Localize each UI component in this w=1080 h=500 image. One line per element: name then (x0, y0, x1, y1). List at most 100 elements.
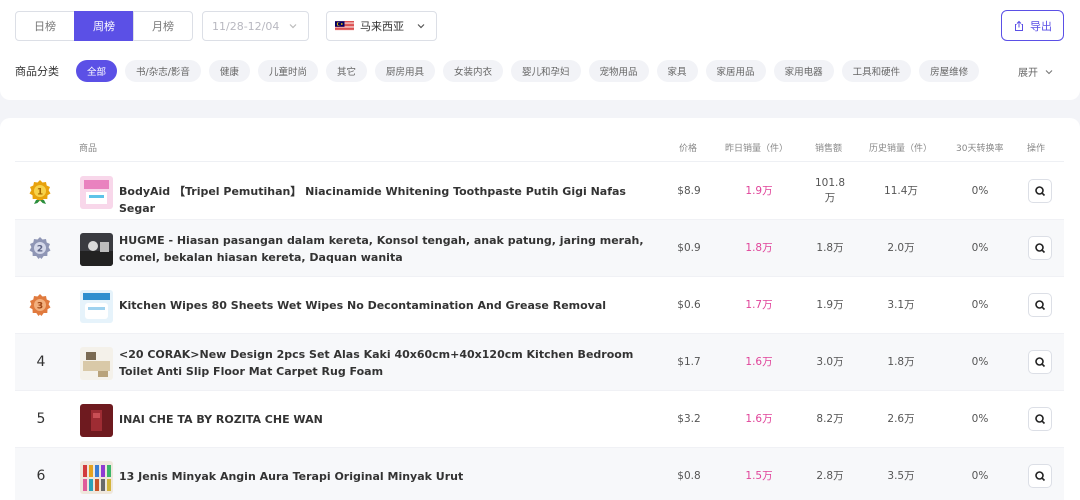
country-value: 马来西亚 (360, 20, 404, 33)
conversion-cell: 0% (971, 413, 989, 425)
conversion-cell: 0% (971, 185, 989, 197)
category-chip-kids-fashion[interactable]: 儿童时尚 (257, 60, 318, 82)
product-title[interactable]: Kitchen Wipes 80 Sheets Wet Wipes No Dec… (119, 297, 664, 314)
export-icon (1015, 20, 1023, 31)
header-conversion: 30天转换率 (956, 144, 1004, 154)
table-row[interactable]: 4 <20 CORAK>New Design 2pcs Set Alas Kak… (15, 334, 1064, 391)
search-button[interactable] (1028, 293, 1052, 317)
price-cell: $1.7 (677, 356, 701, 368)
period-daily-button[interactable]: 日榜 (15, 11, 75, 41)
chevron-down-icon (289, 24, 297, 29)
price-cell: $8.9 (677, 185, 701, 197)
category-chip-health[interactable]: 健康 (208, 60, 250, 82)
search-icon (1035, 414, 1046, 425)
history-sales-cell: 2.0万 (887, 242, 915, 254)
category-chip-books[interactable]: 书/杂志/影音 (125, 60, 201, 82)
header-history-sales: 历史销量（件） (869, 144, 933, 154)
category-chip-baby-maternity[interactable]: 婴儿和孕妇 (511, 60, 581, 82)
revenue-cell: 3.0万 (816, 356, 844, 368)
category-chip-home[interactable]: 家居用品 (705, 60, 766, 82)
conversion-cell: 0% (971, 356, 989, 368)
search-button[interactable] (1028, 236, 1052, 260)
date-range-select[interactable]: 11/28-12/04 (202, 11, 309, 41)
yesterday-sales-cell: 1.6万 (745, 356, 773, 368)
history-sales-cell: 1.8万 (887, 356, 915, 368)
history-sales-cell: 2.6万 (887, 413, 915, 425)
category-chip-home-repair[interactable]: 房屋维修 (919, 60, 980, 82)
revenue-cell: 101.8 万 (814, 177, 846, 204)
expand-label: 展开 (1018, 68, 1038, 79)
svg-text:2: 2 (37, 245, 43, 255)
rank-number: 5 (36, 411, 46, 427)
search-button[interactable] (1028, 407, 1052, 431)
revenue-cell: 1.8万 (816, 242, 844, 254)
yesterday-sales-cell: 1.7万 (745, 299, 773, 311)
category-chip-all[interactable]: 全部 (76, 60, 118, 82)
category-chip-appliances[interactable]: 家用电器 (773, 60, 834, 82)
yesterday-sales-cell: 1.5万 (745, 470, 773, 482)
search-button[interactable] (1028, 464, 1052, 488)
product-title[interactable]: HUGME - Hiasan pasangan dalam kereta, Ko… (119, 232, 664, 266)
product-title[interactable]: <20 CORAK>New Design 2pcs Set Alas Kaki … (119, 346, 664, 380)
table-row[interactable]: 5 INAI CHE TA BY ROZITA CHE WAN $3.2 1.6… (15, 391, 1064, 448)
chevron-down-icon (1045, 69, 1053, 74)
header-revenue: 销售额 (815, 144, 843, 154)
category-chip-kitchen[interactable]: 厨房用具 (374, 60, 435, 82)
product-title[interactable]: BodyAid 【Tripel Pemutihan】 Niacinamide W… (119, 183, 664, 217)
price-cell: $0.6 (677, 299, 701, 311)
price-cell: $0.8 (677, 470, 701, 482)
product-thumbnail[interactable] (80, 233, 113, 266)
ranking-table: 商品 价格 昨日销量（件） 销售额 历史销量（件） 30天转换率 操作 1 Bo… (0, 118, 1080, 500)
search-icon (1035, 300, 1046, 311)
date-range-value: 11/28-12/04 (212, 19, 280, 33)
product-thumbnail[interactable] (80, 461, 113, 494)
search-icon (1035, 186, 1046, 197)
country-select[interactable]: 马来西亚 (326, 11, 437, 41)
product-title[interactable]: 13 Jenis Minyak Angin Aura Terapi Origin… (119, 468, 664, 485)
category-chip-womenswear[interactable]: 女装内衣 (442, 60, 503, 82)
product-thumbnail[interactable] (80, 404, 113, 437)
period-weekly-button[interactable]: 周榜 (74, 11, 134, 41)
table-row[interactable]: 3 Kitchen Wipes 80 Sheets Wet Wipes No D… (15, 277, 1064, 334)
filter-panel: 日榜 周榜 月榜 11/28-12/04 马来西亚 导出 商品分类 全部 书/杂 (0, 0, 1080, 100)
period-toggle: 日榜 周榜 月榜 (15, 11, 193, 41)
category-chip-other[interactable]: 其它 (325, 60, 367, 82)
search-icon (1035, 243, 1046, 254)
price-cell: $3.2 (677, 413, 701, 425)
period-monthly-button[interactable]: 月榜 (133, 11, 193, 41)
header-product: 商品 (79, 144, 98, 154)
rank-number: 4 (36, 354, 46, 370)
table-row[interactable]: 1 BodyAid 【Tripel Pemutihan】 Niacinamide… (15, 163, 1064, 220)
table-row[interactable]: 2 HUGME - Hiasan pasangan dalam kereta, … (15, 220, 1064, 277)
category-chip-furniture[interactable]: 家具 (656, 60, 698, 82)
header-price: 价格 (679, 144, 698, 154)
malaysia-flag-icon (335, 21, 354, 31)
category-filter: 商品分类 全部 书/杂志/影音 健康 儿童时尚 其它 厨房用具 女装内衣 婴儿和… (15, 60, 987, 82)
chevron-down-icon (417, 24, 425, 29)
history-sales-cell: 11.4万 (884, 185, 918, 197)
category-chip-tools[interactable]: 工具和硬件 (841, 60, 912, 82)
gold-medal-icon: 1 (29, 180, 51, 204)
yesterday-sales-cell: 1.6万 (745, 413, 773, 425)
conversion-cell: 0% (971, 242, 989, 254)
product-thumbnail[interactable] (80, 176, 113, 209)
table-row[interactable]: 6 13 Jenis Minyak Angin Aura Terapi Orig… (15, 448, 1064, 500)
export-button[interactable]: 导出 (1001, 10, 1064, 41)
product-thumbnail[interactable] (80, 290, 113, 323)
search-icon (1035, 471, 1046, 482)
header-yesterday-sales: 昨日销量（件） (725, 144, 789, 154)
yesterday-sales-cell: 1.8万 (745, 242, 773, 254)
history-sales-cell: 3.5万 (887, 470, 915, 482)
conversion-cell: 0% (971, 299, 989, 311)
search-button[interactable] (1028, 350, 1052, 374)
header-action: 操作 (1027, 144, 1046, 154)
yesterday-sales-cell: 1.9万 (745, 185, 773, 197)
expand-categories-toggle[interactable]: 展开 (1018, 64, 1054, 79)
svg-text:1: 1 (37, 188, 43, 198)
silver-medal-icon: 2 (29, 237, 51, 259)
product-thumbnail[interactable] (80, 347, 113, 380)
search-button[interactable] (1028, 179, 1052, 203)
table-header: 商品 价格 昨日销量（件） 销售额 历史销量（件） 30天转换率 操作 (15, 134, 1064, 162)
category-chip-pet[interactable]: 宠物用品 (588, 60, 649, 82)
product-title[interactable]: INAI CHE TA BY ROZITA CHE WAN (119, 411, 664, 428)
